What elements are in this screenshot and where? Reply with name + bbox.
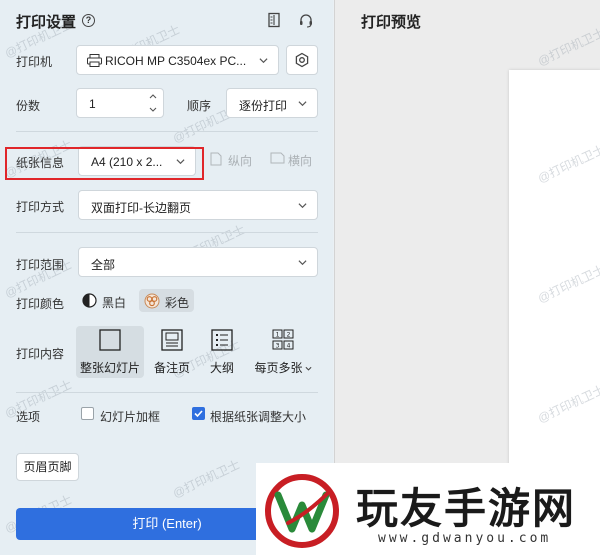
copies-stepper[interactable]: 1 bbox=[76, 88, 164, 118]
site-url: www.gdwanyou.com bbox=[378, 531, 552, 546]
hexagon-settings-icon bbox=[295, 52, 309, 68]
print-range-select[interactable]: 全部 bbox=[78, 247, 318, 277]
svg-text:3: 3 bbox=[276, 343, 280, 350]
print-content-label: 打印内容 bbox=[16, 347, 65, 361]
preview-page bbox=[509, 70, 600, 470]
stepper-arrows-icon[interactable] bbox=[149, 92, 157, 114]
color-label: 彩色 bbox=[165, 296, 190, 310]
full-slide-icon bbox=[99, 329, 121, 351]
portrait-label: 纵向 bbox=[228, 154, 253, 168]
copies-value: 1 bbox=[89, 97, 96, 111]
divider bbox=[16, 131, 318, 132]
print-mode-value: 双面打印-长边翻页 bbox=[91, 201, 191, 215]
copies-label: 份数 bbox=[16, 99, 41, 113]
slide-frame-label: 幻灯片加框 bbox=[100, 410, 161, 424]
svg-text:4: 4 bbox=[287, 343, 291, 350]
order-value: 逐份打印 bbox=[239, 99, 288, 113]
options-label: 选项 bbox=[16, 410, 41, 424]
content-outline[interactable]: 大纲 bbox=[190, 326, 254, 378]
check-icon bbox=[194, 410, 203, 418]
bw-label: 黑白 bbox=[102, 296, 127, 310]
portrait-page-icon bbox=[210, 152, 222, 166]
content-item-label: 每页多张 bbox=[250, 359, 316, 376]
site-logo-banner: 玩友手游网 www.gdwanyou.com bbox=[256, 463, 600, 555]
slide-frame-checkbox[interactable] bbox=[81, 407, 94, 420]
highlight-box bbox=[5, 147, 204, 180]
help-icon[interactable]: ? bbox=[82, 14, 95, 27]
content-item-label: 大纲 bbox=[209, 361, 234, 375]
content-multi-per-page[interactable]: 1 2 3 4 每页多张 bbox=[250, 326, 316, 378]
headset-icon[interactable] bbox=[298, 12, 314, 28]
watermark: @打印机卫士 bbox=[170, 457, 242, 501]
order-label: 顺序 bbox=[187, 99, 212, 113]
divider bbox=[16, 232, 318, 233]
print-mode-select[interactable]: 双面打印-长边翻页 bbox=[78, 190, 318, 220]
printer-settings-button[interactable] bbox=[286, 45, 318, 75]
chevron-down-icon bbox=[298, 101, 307, 107]
outline-list-icon bbox=[211, 329, 233, 351]
print-mode-label: 打印方式 bbox=[16, 200, 65, 214]
site-logo-text: 玩友手游网 bbox=[356, 484, 577, 533]
content-item-label: 整张幻灯片 bbox=[79, 361, 140, 375]
printer-value: RICOH MP C3504ex PC... bbox=[105, 54, 247, 68]
color-option[interactable]: 彩色 bbox=[139, 289, 194, 312]
order-select[interactable]: 逐份打印 bbox=[226, 88, 318, 118]
portrait-option[interactable]: 纵向 bbox=[210, 152, 253, 169]
chevron-down-icon bbox=[298, 260, 307, 266]
bw-half-circle-icon bbox=[82, 293, 97, 308]
watermark: @打印机卫士 bbox=[535, 25, 600, 69]
landscape-option[interactable]: 横向 bbox=[270, 152, 313, 169]
printer-select[interactable]: RICOH MP C3504ex PC... bbox=[76, 45, 279, 75]
fit-to-paper-checkbox[interactable] bbox=[192, 407, 205, 420]
chevron-down-icon bbox=[259, 58, 268, 64]
site-logo-icon bbox=[265, 474, 339, 548]
chevron-down-icon bbox=[305, 366, 311, 371]
svg-text:1: 1 bbox=[276, 332, 280, 339]
multi-page-grid-icon: 1 2 3 4 bbox=[272, 329, 294, 350]
print-range-label: 打印范围 bbox=[16, 258, 65, 272]
bw-option[interactable]: 黑白 bbox=[80, 290, 130, 312]
content-full-slide[interactable]: 整张幻灯片 bbox=[76, 326, 144, 378]
fit-to-paper-label: 根据纸张调整大小 bbox=[210, 410, 307, 424]
settings-title: 打印设置 bbox=[16, 14, 77, 31]
print-range-value: 全部 bbox=[91, 258, 116, 272]
notes-page-icon bbox=[161, 329, 183, 351]
divider bbox=[16, 392, 318, 393]
printer-icon bbox=[87, 54, 102, 67]
svg-text:2: 2 bbox=[287, 332, 291, 339]
color-palette-icon bbox=[144, 293, 160, 309]
print-color-label: 打印颜色 bbox=[16, 297, 65, 311]
layout-icon[interactable] bbox=[266, 12, 282, 28]
header-footer-button[interactable]: 页眉页脚 bbox=[16, 453, 79, 481]
printer-label: 打印机 bbox=[16, 55, 53, 69]
landscape-label: 横向 bbox=[288, 154, 313, 168]
settings-header: 打印设置 ? bbox=[16, 10, 321, 32]
landscape-page-icon bbox=[270, 152, 285, 164]
chevron-down-icon bbox=[298, 203, 307, 209]
preview-title: 打印预览 bbox=[361, 14, 422, 31]
